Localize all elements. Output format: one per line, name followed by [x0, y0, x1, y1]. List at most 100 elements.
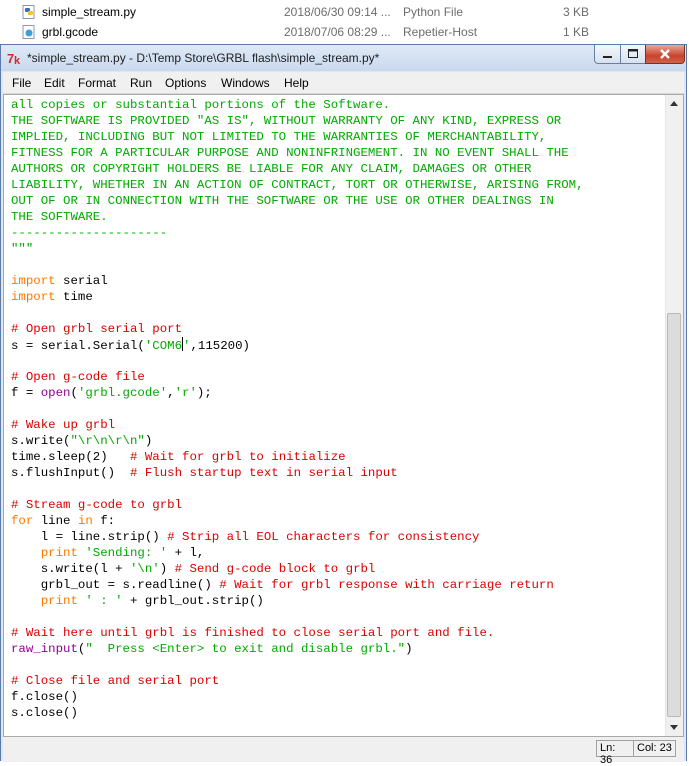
- code-token: import: [11, 290, 56, 304]
- code-token: serial: [55, 274, 108, 288]
- menu-run[interactable]: Run: [130, 76, 152, 90]
- code-token: FITNESS FOR A PARTICULAR PURPOSE AND NON…: [11, 146, 569, 160]
- code-line: # Close file and serial port: [11, 673, 584, 689]
- scroll-down-button[interactable]: [666, 719, 683, 736]
- code-line: f = open('grbl.gcode','r');: [11, 385, 584, 401]
- scroll-up-button[interactable]: [666, 95, 683, 112]
- maximize-button[interactable]: [620, 45, 646, 64]
- idle-editor-window: 7 k *simple_stream.py - D:\Temp Store\GR…: [0, 44, 687, 766]
- menu-windows[interactable]: Windows: [221, 76, 270, 90]
- menu-help[interactable]: Help: [284, 76, 309, 90]
- close-button[interactable]: [645, 45, 685, 64]
- code-token: print: [40, 546, 78, 560]
- code-token: 'Sending: ': [85, 546, 168, 560]
- code-text[interactable]: all copies or substantial portions of th…: [11, 97, 584, 721]
- code-token: # Wait here until grbl is finished to cl…: [11, 626, 495, 640]
- code-token: + l,: [167, 546, 205, 560]
- minimize-button[interactable]: [594, 45, 621, 64]
- code-line: for line in f:: [11, 513, 584, 529]
- arrow-up-icon: [670, 101, 678, 106]
- code-token: + grbl_out.strip(): [122, 594, 264, 608]
- code-line: s = serial.Serial('COM6',115200): [11, 337, 584, 353]
- code-token: all copies or substantial portions of th…: [11, 98, 391, 112]
- code-line: THE SOFTWARE.: [11, 209, 584, 225]
- code-token: import: [11, 274, 56, 288]
- code-token: time: [55, 290, 93, 304]
- file-row-grbl-gcode[interactable]: grbl.gcode 2018/07/06 08:29 ... Repetier…: [0, 22, 689, 42]
- file-row-simple-stream[interactable]: simple_stream.py 2018/06/30 09:14 ... Py…: [0, 2, 689, 22]
- vertical-scrollbar[interactable]: [665, 95, 683, 736]
- code-token: );: [196, 386, 212, 400]
- file-date: 2018/06/30 09:14 ...: [284, 5, 391, 19]
- code-token: line: [33, 514, 78, 528]
- menu-edit[interactable]: Edit: [44, 76, 65, 90]
- code-line: s.write("\r\n\r\n"): [11, 433, 584, 449]
- file-size: 1 KB: [562, 25, 589, 39]
- code-line: import serial: [11, 273, 584, 289]
- code-token: 'grbl.gcode': [77, 386, 168, 400]
- code-token: # Open grbl serial port: [11, 322, 183, 336]
- code-line: s.write(l + '\n') # Send g-code block to…: [11, 561, 584, 577]
- menu-options[interactable]: Options: [165, 76, 206, 90]
- python-file-icon: [22, 5, 35, 19]
- code-token: # Flush startup text in serial input: [129, 466, 398, 480]
- file-date: 2018/07/06 08:29 ...: [284, 25, 391, 39]
- close-icon: [660, 49, 670, 59]
- code-line: all copies or substantial portions of th…: [11, 97, 584, 113]
- title-bar[interactable]: 7 k *simple_stream.py - D:\Temp Store\GR…: [1, 45, 686, 71]
- code-token: # Send g-code block to grbl: [174, 562, 376, 576]
- code-token: time.sleep(2): [11, 450, 130, 464]
- gcode-file-icon: [22, 25, 35, 39]
- code-token: raw_input: [11, 642, 78, 656]
- code-line: s.close(): [11, 705, 584, 721]
- code-line: print ' : ' + grbl_out.strip(): [11, 593, 584, 609]
- code-token: grbl_out = s.readline(): [11, 578, 220, 592]
- code-token: # Wait for grbl response with carriage r…: [219, 578, 554, 592]
- python-idle-icon: 7 k: [7, 51, 21, 66]
- code-line: # Stream g-code to grbl: [11, 497, 584, 513]
- code-line: IMPLIED, INCLUDING BUT NOT LIMITED TO TH…: [11, 129, 584, 145]
- code-token: s = serial.Serial(: [11, 339, 145, 353]
- code-token: OUT OF OR IN CONNECTION WITH THE SOFTWAR…: [11, 194, 554, 208]
- status-bar: Ln: 36 Col: 23: [3, 737, 684, 766]
- code-token: s.write(: [11, 434, 71, 448]
- code-line: LIABILITY, WHETHER IN AN ACTION OF CONTR…: [11, 177, 584, 193]
- code-token: (: [70, 386, 78, 400]
- code-token: open: [40, 386, 71, 400]
- code-line: raw_input(" Press <Enter> to exit and di…: [11, 641, 584, 657]
- code-token: # Open g-code file: [11, 370, 145, 384]
- code-token: ): [144, 434, 153, 448]
- code-line: f.close(): [11, 689, 584, 705]
- code-line: # Open g-code file: [11, 369, 584, 385]
- code-token: AUTHORS OR COPYRIGHT HOLDERS BE LIABLE F…: [11, 162, 532, 176]
- window-title: *simple_stream.py - D:\Temp Store\GRBL f…: [27, 51, 380, 65]
- code-line: # Wait here until grbl is finished to cl…: [11, 625, 584, 641]
- scrollbar-thumb[interactable]: [667, 313, 681, 717]
- minimize-icon: [603, 56, 612, 58]
- status-line-number: Ln: 36: [596, 740, 634, 766]
- code-token: # Close file and serial port: [11, 674, 220, 688]
- code-line: """: [11, 241, 584, 257]
- code-token: s.close(): [11, 706, 78, 720]
- menu-format[interactable]: Format: [78, 76, 116, 90]
- code-token: l = line.strip(): [11, 530, 168, 544]
- code-token: # Stream g-code to grbl: [11, 498, 183, 512]
- code-token: ,115200): [190, 339, 250, 353]
- arrow-down-icon: [670, 725, 678, 730]
- code-token: " Press <Enter> to exit and disable grbl…: [85, 642, 406, 656]
- code-editor[interactable]: all copies or substantial portions of th…: [3, 94, 684, 737]
- code-token: # Wait for grbl to initialize: [129, 450, 346, 464]
- file-name: simple_stream.py: [42, 5, 137, 19]
- code-line: import time: [11, 289, 584, 305]
- file-type: Repetier-Host: [403, 25, 478, 39]
- code-token: s.write(l +: [11, 562, 130, 576]
- menu-file[interactable]: File: [12, 76, 31, 90]
- code-line: ---------------------: [11, 225, 584, 241]
- code-token: for: [11, 514, 34, 528]
